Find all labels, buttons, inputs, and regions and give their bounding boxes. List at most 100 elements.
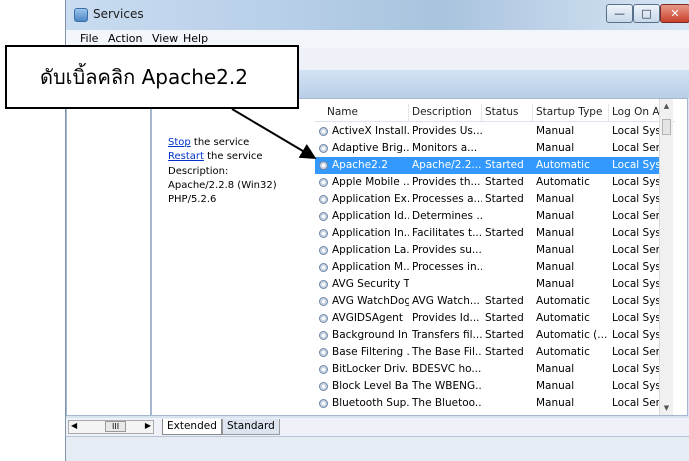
- gear-icon: [318, 398, 329, 409]
- cell-startup: Automatic: [536, 159, 590, 171]
- column-header-startup-type[interactable]: Startup Type: [536, 106, 602, 118]
- table-row[interactable]: Application Ex... Processes a... Started Ma…: [315, 191, 673, 208]
- cell-startup: Manual: [536, 244, 575, 256]
- table-row[interactable]: AVG WatchDog AVG Watch... Started Automatic…: [315, 293, 673, 310]
- cell-description: Enables har...: [412, 414, 482, 415]
- cell-status: Started: [485, 346, 524, 358]
- table-row[interactable]: ActiveX Install... Provides Us... Manual Lo…: [315, 123, 673, 140]
- status-bar: [66, 436, 689, 461]
- menu-action[interactable]: Action: [108, 32, 142, 45]
- column-separator[interactable]: [608, 104, 609, 121]
- cell-description: The Base Fil...: [412, 346, 482, 358]
- menu-file[interactable]: File: [80, 32, 98, 45]
- table-row[interactable]: Application Id... Determines ... Manual Loc…: [315, 208, 673, 225]
- table-row[interactable]: Block Level Ba...The WBENG...ManualLocal…: [315, 378, 673, 395]
- cell-startup: Manual: [536, 278, 575, 290]
- scroll-up-arrow[interactable]: ▲: [660, 99, 673, 113]
- cell-description: Provides su...: [412, 244, 482, 256]
- restart-service-line: Restart the service: [168, 151, 263, 162]
- tab-standard[interactable]: Standard: [222, 419, 280, 435]
- gear-icon: [318, 347, 329, 358]
- table-row[interactable]: Background In...Transfers fil...Started A…: [315, 327, 673, 344]
- table-row[interactable]: AVGIDSAgent Provides Id... Started Automati…: [315, 310, 673, 327]
- close-button[interactable]: ✕: [660, 4, 689, 23]
- stop-service-link[interactable]: Stop: [168, 137, 191, 148]
- column-header-description[interactable]: Description: [412, 106, 472, 118]
- table-row[interactable]: AVG Security T...ManualLocal Syst...: [315, 276, 673, 293]
- cell-name: Block Level Ba...: [332, 380, 409, 392]
- gear-icon: [318, 126, 329, 137]
- restart-service-link[interactable]: Restart: [168, 151, 204, 162]
- cell-startup: Manual: [536, 227, 575, 239]
- cell-status: Started: [485, 329, 524, 341]
- vertical-scrollbar[interactable]: ▲ ▼: [659, 99, 673, 415]
- stop-service-line: Stop the service: [168, 137, 249, 148]
- description-text-line2: PHP/5.2.6: [168, 194, 217, 205]
- scroll-right-arrow[interactable]: ▶: [145, 421, 151, 430]
- cell-description: Facilitates t...: [412, 227, 482, 239]
- table-row[interactable]: Application M... Processes in... Manual Loc…: [315, 259, 673, 276]
- table-row[interactable]: Bonjour ServiceEnables har...StartedAuto…: [315, 412, 673, 415]
- table-row[interactable]: Bluetooth Sup... The Bluetoo... Manual Loca…: [315, 395, 673, 412]
- scroll-left-arrow[interactable]: ◀: [71, 421, 77, 430]
- tab-bar: ◀ III ▶ Extended Standard: [66, 418, 689, 436]
- cell-startup: Automatic: [536, 346, 590, 358]
- column-separator[interactable]: [532, 104, 533, 121]
- cell-startup: Automatic: [536, 176, 590, 188]
- cell-description: Provides Us...: [412, 125, 482, 137]
- tab-extended[interactable]: Extended: [162, 419, 222, 435]
- cell-description: Provides Id...: [412, 312, 480, 324]
- cell-name: Background In...: [332, 329, 409, 341]
- menu-view[interactable]: View: [152, 32, 178, 45]
- gear-icon: [318, 296, 329, 307]
- table-row-selected[interactable]: Apache2.2 Apache/2.2.... Started Automatic L…: [315, 157, 673, 174]
- column-separator[interactable]: [408, 104, 409, 121]
- cell-name: BitLocker Driv...: [332, 363, 409, 375]
- cell-name: AVGIDSAgent: [332, 312, 403, 324]
- gear-icon: [318, 381, 329, 392]
- gear-icon: [318, 211, 329, 222]
- cell-name: Adaptive Brig...: [332, 142, 409, 154]
- description-panel: Stop the service Restart the service Des…: [152, 99, 312, 415]
- cell-description: Provides th...: [412, 176, 481, 188]
- minimize-button[interactable]: —: [606, 4, 633, 23]
- column-separator[interactable]: [481, 104, 482, 121]
- description-text-line1: Apache/2.2.8 (Win32): [168, 180, 277, 191]
- table-row[interactable]: Base Filtering ... The Base Fil... Started…: [315, 344, 673, 361]
- cell-name: ActiveX Install...: [332, 125, 409, 137]
- menu-help[interactable]: Help: [183, 32, 208, 45]
- horizontal-scrollbar[interactable]: ◀ III ▶: [68, 420, 154, 434]
- restart-service-text: the service: [203, 151, 263, 162]
- cell-status: Started: [485, 295, 524, 307]
- services-list: Name Description Status Startup Type Log…: [315, 99, 675, 415]
- cell-name: AVG Security T...: [332, 278, 409, 290]
- table-row[interactable]: Apple Mobile ... Provides th... Started Aut…: [315, 174, 673, 191]
- hscroll-thumb[interactable]: III: [105, 421, 127, 432]
- cell-startup: Manual: [536, 125, 575, 137]
- table-row[interactable]: Application La... Provides su... Manual Loc…: [315, 242, 673, 259]
- cell-description: Transfers fil...: [412, 329, 482, 341]
- gear-icon: [318, 143, 329, 154]
- cell-startup: Manual: [536, 142, 575, 154]
- column-header-status[interactable]: Status: [485, 106, 518, 118]
- title-bar[interactable]: Services — □ ✕: [66, 0, 689, 30]
- table-row[interactable]: BitLocker Driv... BDESVC ho... Manual Local…: [315, 361, 673, 378]
- gear-icon: [318, 160, 329, 171]
- table-row[interactable]: Application In... Facilitates t... Started…: [315, 225, 673, 242]
- cell-startup: Automatic: [536, 414, 609, 415]
- maximize-button[interactable]: □: [633, 4, 660, 23]
- console-tree-pane[interactable]: [66, 98, 151, 416]
- column-header-log-on-as[interactable]: Log On As: [612, 106, 665, 118]
- gear-icon: [318, 364, 329, 375]
- table-row[interactable]: Adaptive Brig... Monitors a... Manual Local…: [315, 140, 673, 157]
- scroll-thumb[interactable]: [662, 119, 671, 135]
- cell-description: The Bluetoo...: [412, 397, 482, 409]
- gear-icon: [318, 279, 329, 290]
- scroll-down-arrow[interactable]: ▼: [660, 401, 673, 415]
- column-header-name[interactable]: Name: [327, 106, 358, 118]
- cell-status: Started: [485, 227, 524, 239]
- cell-startup: Automatic: [536, 312, 590, 324]
- cell-description: Determines ...: [412, 210, 482, 222]
- cell-startup: Manual: [536, 363, 575, 375]
- cell-name: Base Filtering ...: [332, 346, 409, 358]
